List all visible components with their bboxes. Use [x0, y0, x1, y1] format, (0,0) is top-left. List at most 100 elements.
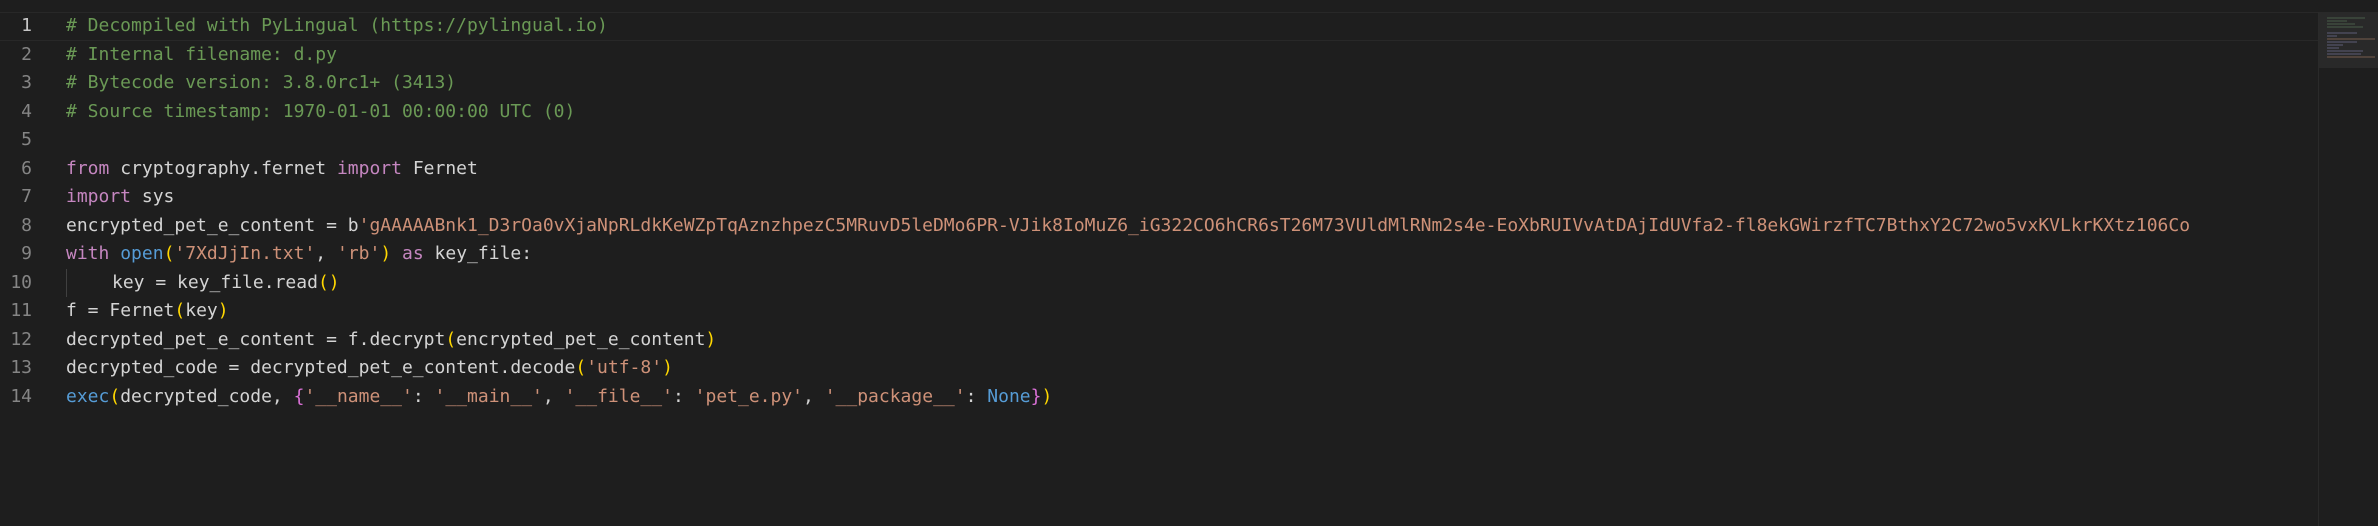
method-name: read — [274, 271, 318, 293]
code-line-3[interactable]: # Bytecode version: 3.8.0rc1+ (3413) — [66, 69, 2318, 98]
dot: . — [358, 328, 370, 350]
code-line-5[interactable] — [66, 126, 2318, 155]
keyword: import — [336, 157, 402, 179]
operator: = — [76, 300, 110, 321]
bytes-prefix: b — [347, 214, 359, 236]
minimap-line — [2327, 53, 2361, 55]
bracket: ( — [174, 300, 186, 321]
class-name: Fernet — [109, 300, 175, 321]
code-line-1[interactable]: # Decompiled with PyLingual (https://pyl… — [66, 12, 2318, 41]
bracket: { — [293, 385, 305, 407]
code-line-12[interactable]: decrypted_pet_e_content = f.decrypt(encr… — [66, 326, 2318, 355]
variable: decrypted_code — [66, 357, 218, 378]
string-literal: '__file__' — [564, 385, 673, 407]
line-number: 11 — [10, 300, 32, 321]
line-number: 3 — [21, 72, 32, 93]
class-name: Fernet — [412, 157, 478, 179]
bracket: ( — [445, 328, 457, 350]
line-number: 1 — [21, 15, 32, 36]
bracket: ( — [109, 385, 121, 407]
operator: = — [315, 214, 348, 236]
dot: . — [263, 271, 275, 293]
separator: , — [803, 385, 825, 407]
minimap-line — [2327, 41, 2357, 43]
variable: key_file — [434, 243, 522, 264]
line-number: 9 — [21, 243, 32, 264]
code-area[interactable]: # Decompiled with PyLingual (https://pyl… — [66, 12, 2318, 411]
string-literal: 'pet_e.py' — [694, 385, 804, 407]
keyword: from — [66, 157, 110, 179]
bracket: ) — [662, 357, 673, 378]
minimap-line — [2327, 47, 2339, 49]
bracket: ) — [705, 328, 717, 350]
variable: decrypted_pet_e_content — [250, 357, 500, 378]
code-line-7[interactable]: import sys — [66, 183, 2318, 212]
minimap-line — [2327, 44, 2343, 46]
line-number: 5 — [21, 129, 32, 150]
code-line-14[interactable]: exec(decrypted_code, {'__name__': '__mai… — [66, 383, 2318, 412]
minimap-line — [2327, 38, 2375, 40]
module-name: sys — [141, 186, 175, 207]
variable: decrypted_pet_e_content — [66, 328, 316, 350]
minimap-line — [2327, 35, 2337, 37]
string-literal: '__name__' — [304, 385, 413, 407]
constant: None — [987, 385, 1031, 407]
code-line-13[interactable]: decrypted_code = decrypted_pet_e_content… — [66, 354, 2318, 383]
minimap-line — [2327, 32, 2357, 34]
bracket: ) — [380, 243, 392, 264]
string-literal: '__main__' — [434, 385, 543, 407]
keyword: with — [66, 243, 110, 264]
operator: = — [315, 328, 348, 350]
variable: key — [185, 300, 218, 321]
separator: , — [315, 243, 337, 264]
builtin-function: open — [120, 243, 164, 264]
keyword: import — [66, 186, 132, 207]
variable: f — [66, 300, 77, 321]
variable: encrypted_pet_e_content — [66, 214, 316, 236]
variable: key — [112, 271, 145, 293]
comment-text: # Internal filename: d.py — [66, 43, 337, 65]
bracket: ) — [217, 300, 229, 321]
colon: : — [521, 243, 533, 264]
string-literal: '__package__' — [824, 385, 966, 407]
method-name: decode — [510, 357, 576, 378]
minimap[interactable] — [2318, 12, 2378, 526]
variable: decrypted_code — [120, 385, 272, 407]
bracket: } — [1030, 385, 1042, 407]
minimap-line — [2327, 20, 2347, 22]
comment-text: # Bytecode version: 3.8.0rc1+ (3413) — [66, 72, 457, 93]
line-number: 2 — [21, 43, 32, 65]
code-line-8[interactable]: encrypted_pet_e_content = b'gAAAAABnk1_D… — [66, 212, 2318, 241]
bracket: () — [317, 271, 340, 293]
minimap-line — [2327, 50, 2363, 52]
minimap-line — [2327, 23, 2355, 25]
minimap-line — [2327, 17, 2365, 19]
line-number: 13 — [10, 357, 32, 378]
string-literal: '7XdJjIn.txt' — [174, 243, 316, 264]
code-line-4[interactable]: # Source timestamp: 1970-01-01 00:00:00 … — [66, 98, 2318, 127]
indent-guide — [66, 268, 112, 297]
line-number: 12 — [10, 328, 32, 350]
string-literal: 'utf-8' — [586, 357, 663, 378]
separator: : — [412, 385, 435, 407]
code-editor[interactable]: 1 2 3 4 5 6 7 8 9 10 11 12 13 14 # Decom… — [0, 12, 2318, 526]
separator: , — [542, 385, 565, 407]
bracket: ( — [575, 357, 587, 378]
bracket: ( — [163, 243, 175, 264]
separator: : — [672, 385, 695, 407]
bracket: ) — [1041, 385, 1053, 407]
line-number: 8 — [21, 214, 32, 236]
line-number: 10 — [10, 271, 32, 293]
code-line-2[interactable]: # Internal filename: d.py — [66, 41, 2318, 70]
minimap-line — [2327, 56, 2375, 58]
variable: key_file — [177, 271, 264, 293]
comment-text: # Source timestamp: 1970-01-01 00:00:00 … — [66, 100, 576, 122]
code-line-10[interactable]: key = key_file.read() — [66, 268, 2318, 297]
line-number: 14 — [10, 385, 32, 407]
separator: , — [271, 385, 294, 407]
code-line-11[interactable]: f = Fernet(key) — [66, 297, 2318, 326]
code-line-9[interactable]: with open('7XdJjIn.txt', 'rb') as key_fi… — [66, 240, 2318, 269]
variable: encrypted_pet_e_content — [456, 328, 706, 350]
operator: = — [144, 271, 178, 293]
code-line-6[interactable]: from cryptography.fernet import Fernet — [66, 155, 2318, 184]
